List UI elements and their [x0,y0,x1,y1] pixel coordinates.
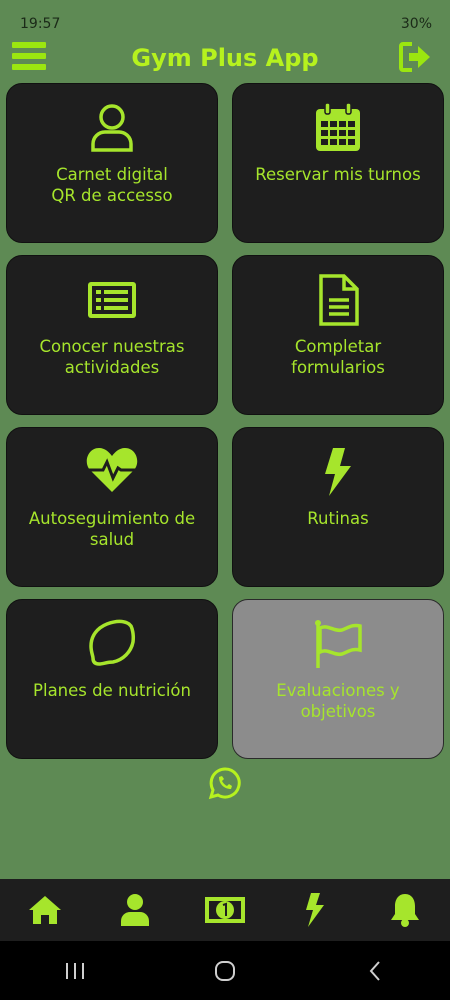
nav-profile[interactable] [113,888,157,932]
profile-icon [121,894,149,926]
calendar-icon [233,102,443,154]
card-label: Reservar mis turnos [255,165,421,184]
card-evaluaciones-objetivos[interactable]: Evaluaciones y objetivos [232,599,444,759]
card-carnet-digital[interactable]: Carnet digital QR de accesso [6,83,218,243]
lightning-icon [306,893,324,927]
card-label: Planes de nutrición [33,681,191,700]
logout-button[interactable] [398,40,432,74]
list-card-icon [7,274,217,326]
back-chevron-icon [369,960,380,981]
card-label: Carnet digital QR de accesso [51,165,173,205]
card-label: Rutinas [307,509,369,528]
whatsapp-icon [208,767,241,800]
recent-apps-icon [66,962,84,979]
card-reservar-turnos[interactable]: Reservar mis turnos [232,83,444,243]
logout-icon [399,42,430,72]
app-title: Gym Plus App [131,44,319,72]
bell-icon [391,894,419,927]
system-nav-bar [0,941,450,1000]
app-bar: Gym Plus App [0,36,450,80]
money-icon [205,897,245,923]
home-icon [29,896,61,924]
card-label: Evaluaciones y objetivos [276,681,400,721]
home-circle-icon [215,960,235,981]
recent-apps-button[interactable] [55,951,95,991]
user-icon [7,102,217,154]
menu-button[interactable] [12,42,46,72]
bottom-nav [0,879,450,941]
home-system-button[interactable] [205,951,245,991]
card-label: Autoseguimiento de salud [28,509,196,549]
back-button[interactable] [355,951,395,991]
card-label: Completar formularios [291,337,385,377]
heartbeat-icon [7,446,217,498]
flag-icon [233,618,443,670]
whatsapp-button[interactable] [208,766,242,800]
status-time: 19:57 [20,16,61,32]
card-planes-nutricion[interactable]: Planes de nutrición [6,599,218,759]
card-autoseguimiento-salud[interactable]: Autoseguimiento de salud [6,427,218,587]
menu-bar-icon [12,53,46,59]
lemon-icon [7,618,217,670]
document-icon [233,274,443,326]
lightning-icon [233,446,443,498]
nav-home[interactable] [23,888,67,932]
menu-bar-icon [12,64,46,70]
card-completar-formularios[interactable]: Completar formularios [232,255,444,415]
card-conocer-actividades[interactable]: Conocer nuestras actividades [6,255,218,415]
card-label: Conocer nuestras actividades [39,337,185,377]
card-rutinas[interactable]: Rutinas [232,427,444,587]
nav-notifications[interactable] [383,888,427,932]
status-battery: 30% [400,16,432,32]
nav-payments[interactable] [203,888,247,932]
status-bar: 19:57 30% [0,0,450,36]
menu-bar-icon [12,42,46,48]
nav-routines[interactable] [293,888,337,932]
